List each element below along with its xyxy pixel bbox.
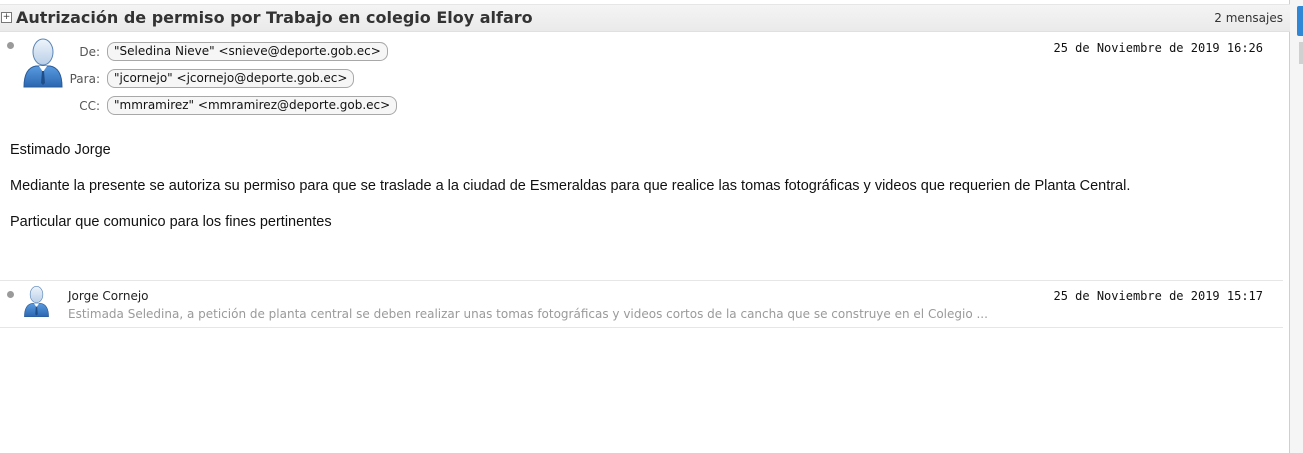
cc-label: CC:: [79, 99, 100, 113]
message-divider: [0, 327, 1283, 328]
to-address-pill[interactable]: "jcornejo" <jcornejo@deporte.gob.ec>: [107, 69, 355, 88]
status-dot-icon: [7, 291, 14, 298]
cc-address-pill[interactable]: "mmramirez" <mmramirez@deporte.gob.ec>: [107, 96, 398, 115]
body-greeting: Estimado Jorge: [10, 142, 111, 158]
message-date: 25 de Noviembre de 2019 15:17: [1053, 289, 1263, 303]
message-date: 25 de Noviembre de 2019 16:26: [1053, 41, 1263, 55]
body-closing: Particular que comunico para los fines p…: [10, 214, 332, 230]
body-paragraph: Mediante la presente se autoriza su perm…: [10, 178, 1131, 194]
message-preview: Estimada Seledina, a petición de planta …: [68, 307, 988, 321]
email-thread: + Autrización de permiso por Trabajo en …: [0, 0, 1290, 453]
side-panel-edge: [1290, 0, 1303, 453]
thread-header: + Autrización de permiso por Trabajo en …: [0, 4, 1290, 32]
status-dot-icon: [7, 42, 14, 49]
thread-subject: Autrización de permiso por Trabajo en co…: [16, 8, 533, 27]
panel-tab-accent[interactable]: [1297, 6, 1303, 36]
message-divider: [0, 280, 1283, 281]
from-label: De:: [79, 45, 100, 59]
message-count: 2 mensajes: [1214, 11, 1283, 25]
user-avatar-icon: [23, 38, 63, 88]
panel-tab[interactable]: [1299, 42, 1303, 64]
user-avatar-icon: [24, 285, 49, 318]
sender-name: Jorge Cornejo: [68, 289, 149, 303]
from-address-pill[interactable]: "Seledina Nieve" <snieve@deporte.gob.ec>: [107, 42, 388, 61]
to-label: Para:: [69, 72, 100, 86]
expand-thread-icon[interactable]: +: [1, 12, 12, 23]
